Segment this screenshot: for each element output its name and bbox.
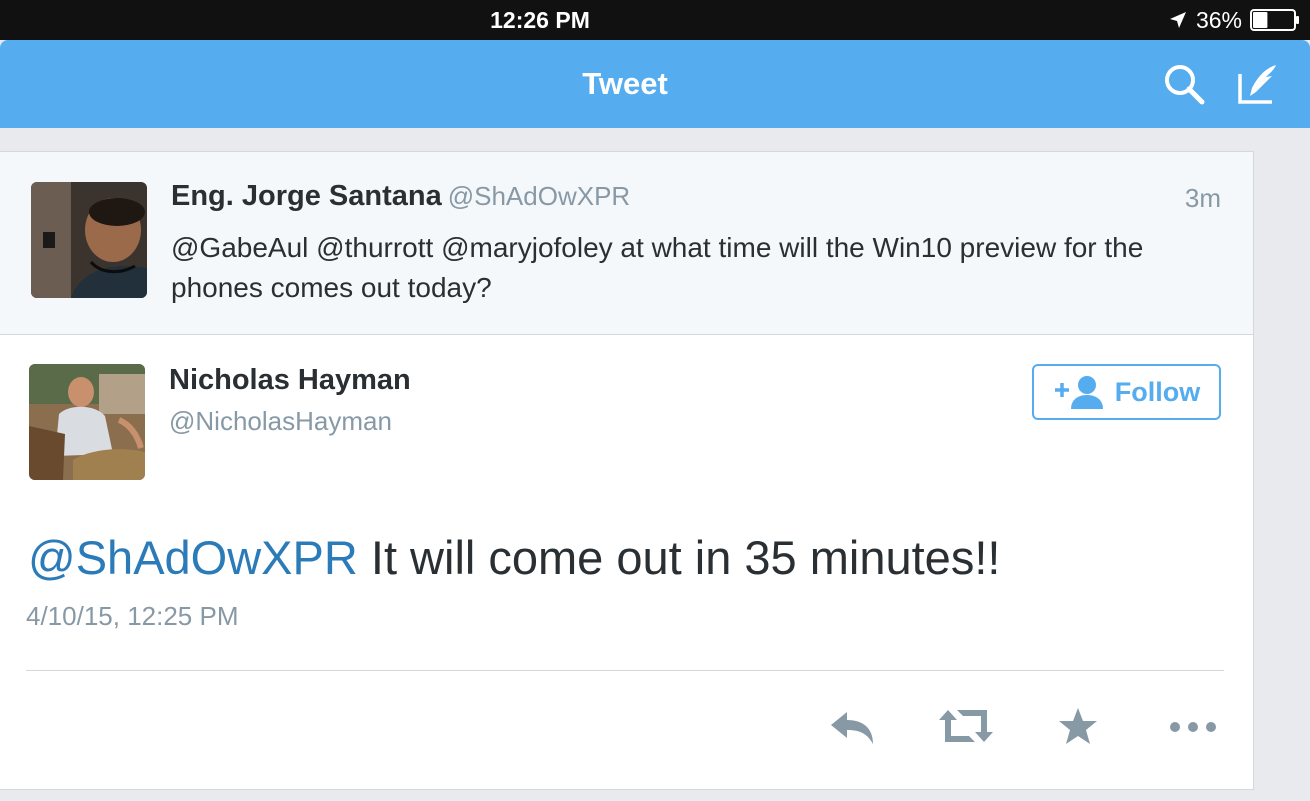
reply-icon[interactable] [829, 706, 877, 746]
content-area: Eng. Jorge Santana @ShAdOwXPR 3m @GabeAul… [0, 128, 1310, 801]
avatar[interactable] [29, 364, 145, 480]
follow-button[interactable]: Follow [1032, 364, 1221, 420]
tweet-detail-card: Eng. Jorge Santana @ShAdOwXPR 3m @GabeAul… [0, 151, 1254, 790]
divider [26, 670, 1224, 671]
retweet-icon[interactable] [937, 706, 995, 746]
status-right-group: 36% [1168, 6, 1300, 34]
parent-tweet-text: @GabeAul @thurrott @maryjofoley at what … [171, 232, 1144, 303]
tweet-text: @ShAdOwXPR It will come out in 35 minute… [28, 530, 1000, 585]
tweet-timestamp: 4/10/15, 12:25 PM [26, 601, 239, 631]
avatar-photo [29, 364, 145, 480]
status-bar: 12:26 PM 36% [0, 0, 1310, 40]
search-icon[interactable] [1162, 62, 1206, 106]
tweet-body: It will come out in 35 minutes!! [357, 531, 1001, 584]
parent-author-handle[interactable]: @ShAdOwXPR [448, 181, 630, 211]
parent-author[interactable]: Eng. Jorge Santana @ShAdOwXPR [171, 180, 630, 213]
battery-percent: 36% [1195, 6, 1242, 33]
author-name[interactable]: Nicholas Hayman [169, 364, 411, 397]
avatar[interactable] [31, 182, 147, 298]
add-user-icon [1054, 376, 1103, 409]
battery-icon [1250, 9, 1299, 31]
more-icon[interactable] [1167, 706, 1219, 746]
location-arrow-icon [1169, 12, 1186, 28]
parent-tweet[interactable]: Eng. Jorge Santana @ShAdOwXPR 3m @GabeAul… [0, 152, 1253, 335]
page-title: Tweet [582, 66, 668, 101]
follow-button-label: Follow [1114, 376, 1201, 407]
parent-timestamp: 3m [1184, 183, 1221, 213]
compose-icon[interactable] [1236, 62, 1282, 106]
avatar-photo [31, 182, 147, 298]
favorite-icon[interactable] [1057, 706, 1099, 746]
status-time: 12:26 PM [490, 7, 590, 33]
parent-author-name[interactable]: Eng. Jorge Santana [171, 180, 442, 212]
nav-bar: Tweet [0, 40, 1310, 128]
author-handle[interactable]: @NicholasHayman [169, 406, 392, 437]
tweet-mention-link[interactable]: @ShAdOwXPR [28, 531, 358, 584]
